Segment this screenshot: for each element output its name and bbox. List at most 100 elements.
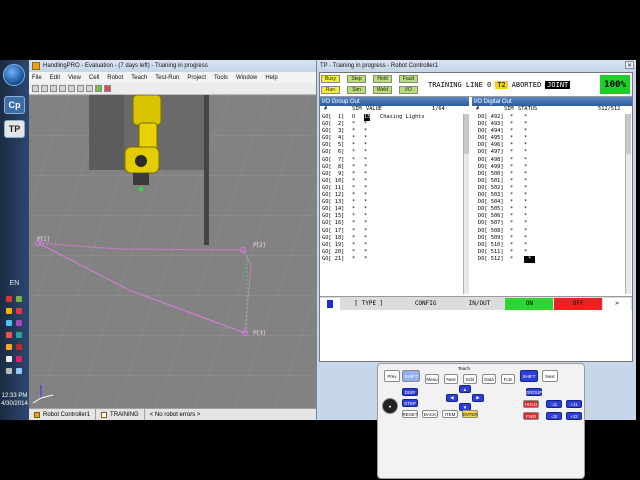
group-out-row[interactable]: GO[ 7] * *	[322, 157, 462, 164]
group-out-row[interactable]: GO[ 2] * *	[322, 121, 462, 128]
digital-out-row[interactable]: DO[ 492] * *	[478, 114, 624, 121]
fkey-config[interactable]: CONFIG	[398, 298, 454, 310]
group-out-row[interactable]: GO[ 4] * *	[322, 135, 462, 142]
digital-out-row[interactable]: DO[ 511] * *	[478, 249, 624, 256]
tp-titlebar[interactable]: TP - Training in progress - Robot Contro…	[317, 60, 636, 71]
key-enter[interactable]: ENTER	[462, 410, 478, 418]
deadman-switch-icon[interactable]: ●	[382, 398, 398, 414]
fkey-off[interactable]: OFF	[554, 297, 603, 310]
tray-icon[interactable]	[6, 356, 12, 362]
undo-icon[interactable]	[50, 85, 57, 92]
key-back[interactable]: BACK	[422, 410, 438, 418]
close-icon[interactable]: ×	[625, 61, 634, 69]
digital-out-row[interactable]: DO[ 504] * *	[478, 199, 624, 206]
digital-out-row[interactable]: DO[ 498] * *	[478, 157, 624, 164]
group-out-row[interactable]: GO[ 21] * *	[322, 256, 462, 263]
group-out-row[interactable]: GO[ 20] * *	[322, 249, 462, 256]
digital-out-row[interactable]: DO[ 506] * *	[478, 213, 624, 220]
digital-out-row[interactable]: DO[ 507] * *	[478, 220, 624, 227]
stop-icon[interactable]	[104, 85, 111, 92]
key-fctn[interactable]: Fctn	[501, 374, 515, 384]
open-icon[interactable]	[32, 85, 39, 92]
menu-test-run[interactable]: Test-Run	[155, 75, 179, 81]
taskbar-app-cp[interactable]: Cp	[4, 96, 25, 114]
digital-out-row[interactable]: DO[ 512] * *	[478, 255, 624, 263]
handlingpro-titlebar[interactable]: HandlingPRO - Evaluation - (7 days left)…	[29, 60, 316, 72]
redo-icon[interactable]	[59, 85, 66, 92]
pan-icon[interactable]	[77, 85, 84, 92]
menu-project[interactable]: Project	[187, 75, 206, 81]
tab-training[interactable]: TRAINING	[96, 409, 145, 420]
tray-icon[interactable]	[16, 296, 22, 302]
digital-out-row[interactable]: DO[ 496] * *	[478, 142, 624, 149]
key-shift-left[interactable]: SHIFT	[402, 370, 420, 382]
group-out-row[interactable]: GO[ 5] * *	[322, 142, 462, 149]
group-out-row[interactable]: GO[ 13] * *	[322, 199, 462, 206]
digital-out-row[interactable]: DO[ 503] * *	[478, 192, 624, 199]
key-jog-minus-1[interactable]: -J1	[546, 400, 562, 408]
key-shift-right[interactable]: SHIFT	[520, 370, 538, 382]
key-step[interactable]: STEP	[402, 399, 418, 407]
menu-view[interactable]: View	[68, 75, 81, 81]
digital-out-row[interactable]: DO[ 510] * *	[478, 242, 624, 249]
zoom-icon[interactable]	[68, 85, 75, 92]
rotate-icon[interactable]	[86, 85, 93, 92]
group-out-row[interactable]: GO[ 16] * *	[322, 220, 462, 227]
taskbar-app-tp[interactable]: TP	[4, 120, 25, 138]
digital-out-row[interactable]: DO[ 508] * *	[478, 228, 624, 235]
fkey-in-out[interactable]: IN/OUT	[455, 298, 505, 310]
group-out-row[interactable]: GO[ 1] U 15 Chasing Lights	[322, 114, 462, 122]
tray-icon[interactable]	[6, 308, 12, 314]
clock[interactable]: 12:33 PM 4/30/2014	[0, 392, 29, 408]
network-icon[interactable]	[16, 368, 22, 374]
group-out-row[interactable]: GO[ 11] * *	[322, 185, 462, 192]
fkey-type[interactable]: [ TYPE ]	[341, 298, 397, 310]
group-out-row[interactable]: GO[ 14] * *	[322, 206, 462, 213]
menu-window[interactable]: Window	[236, 75, 257, 81]
key-cursor-right[interactable]: ▶	[472, 394, 484, 402]
menu-cell[interactable]: Cell	[89, 75, 99, 81]
save-icon[interactable]	[41, 85, 48, 92]
key-edit[interactable]: Edit	[463, 374, 477, 384]
key-item[interactable]: ITEM	[442, 410, 458, 418]
digital-out-row[interactable]: DO[ 502] * *	[478, 185, 624, 192]
group-out-row[interactable]: GO[ 19] * *	[322, 242, 462, 249]
speaker-icon[interactable]	[6, 368, 12, 374]
fkey-on[interactable]: ON	[505, 297, 554, 310]
menu-robot[interactable]: Robot	[107, 75, 123, 81]
start-button[interactable]	[3, 64, 25, 86]
digital-out-row[interactable]: DO[ 493] * *	[478, 121, 624, 128]
tray-icon[interactable]	[16, 308, 22, 314]
tray-icon[interactable]	[6, 320, 12, 326]
group-out-row[interactable]: GO[ 12] * *	[322, 192, 462, 199]
key-disp[interactable]: DISP	[402, 388, 418, 396]
tray-icon[interactable]	[16, 344, 22, 350]
key-group[interactable]: GROUP	[526, 388, 542, 396]
key-reset[interactable]: RESET	[402, 410, 418, 418]
fkey-next-page[interactable]: >	[603, 297, 631, 310]
menu-file[interactable]: File	[32, 75, 42, 81]
language-indicator[interactable]: EN	[0, 280, 29, 287]
tray-icon[interactable]	[16, 320, 22, 326]
digital-out-row[interactable]: DO[ 501] * *	[478, 178, 624, 185]
group-out-scrollbar[interactable]	[463, 114, 469, 294]
key-prev[interactable]: Prev	[384, 370, 400, 382]
3d-viewport[interactable]: P[1] P[2] P[3]	[29, 95, 316, 408]
tray-icon[interactable]	[16, 356, 22, 362]
digital-out-row[interactable]: DO[ 494] * *	[478, 128, 624, 135]
tray-icon[interactable]	[6, 344, 12, 350]
tray-icon[interactable]	[6, 296, 12, 302]
key-fwd[interactable]: FWD	[523, 412, 539, 420]
key-jog-plus-1[interactable]: +J1	[566, 400, 582, 408]
group-out-row[interactable]: GO[ 6] * *	[322, 149, 462, 156]
key-data[interactable]: Data	[482, 374, 496, 384]
key-jog-minus-2[interactable]: -J2	[546, 412, 562, 420]
play-icon[interactable]	[95, 85, 102, 92]
digital-out-row[interactable]: DO[ 497] * *	[478, 149, 624, 156]
group-out-row[interactable]: GO[ 10] * *	[322, 178, 462, 185]
menu-edit[interactable]: Edit	[50, 75, 60, 81]
key-next[interactable]: Next	[542, 370, 558, 382]
tray-icon[interactable]	[6, 332, 12, 338]
digital-out-row[interactable]: DO[ 495] * *	[478, 135, 624, 142]
tab-robot-controller[interactable]: Robot Controller1	[29, 409, 97, 420]
